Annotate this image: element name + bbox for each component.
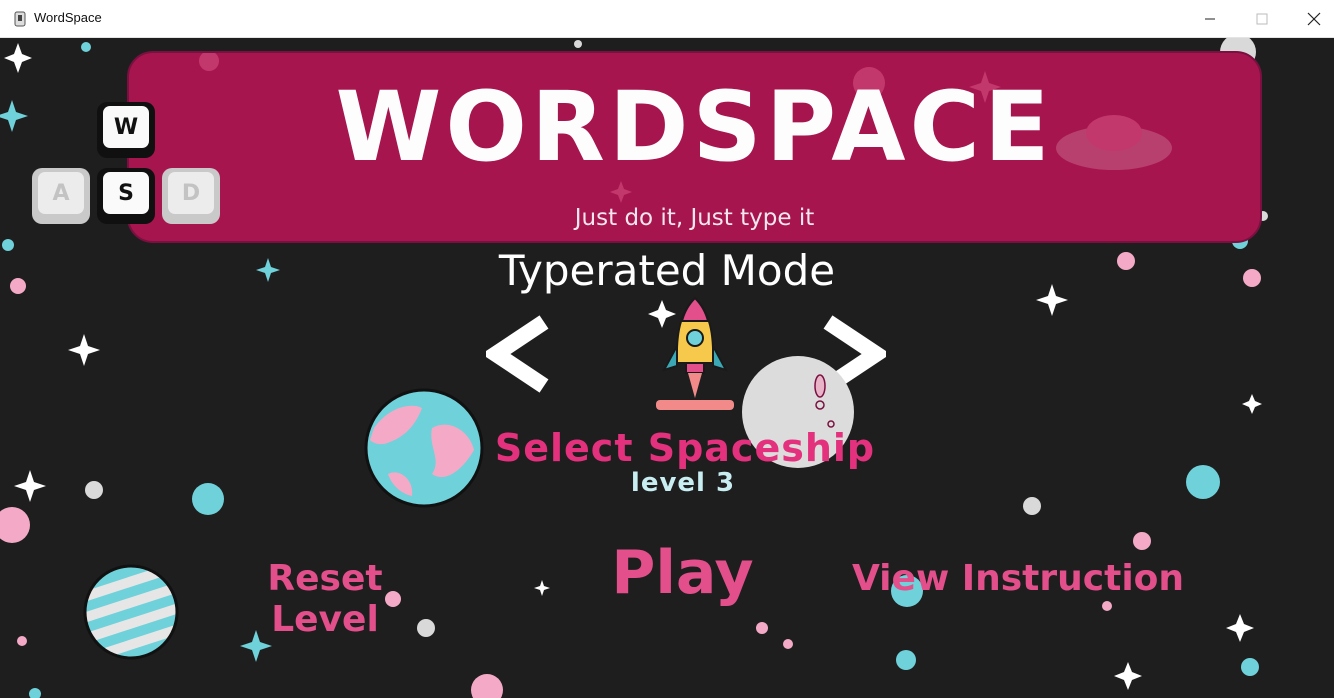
title-banner: WORDSPACE Just do it, Just type it xyxy=(127,51,1262,243)
key-a: A xyxy=(32,168,90,224)
window-title: WordSpace xyxy=(34,10,102,25)
view-instruction-button[interactable]: View Instruction xyxy=(850,558,1186,599)
close-icon xyxy=(1307,12,1321,26)
maximize-icon xyxy=(1256,13,1268,25)
close-button[interactable] xyxy=(1288,0,1334,38)
minimize-button[interactable] xyxy=(1184,0,1236,38)
play-button[interactable]: Play xyxy=(600,538,765,608)
prev-ship-button[interactable] xyxy=(481,308,556,398)
select-spaceship-label: Select Spaceship xyxy=(494,426,876,470)
chevron-left-icon xyxy=(481,315,549,393)
key-s: S xyxy=(97,168,155,224)
game-canvas: WORDSPACE Just do it, Just type it W A S… xyxy=(0,38,1334,698)
game-subtitle: Just do it, Just type it xyxy=(574,205,815,231)
app-window: WordSpace WORDSPACE Just do it, Just typ… xyxy=(0,0,1334,698)
key-w: W xyxy=(97,102,155,158)
app-logo-icon xyxy=(12,10,28,28)
maximize-button[interactable] xyxy=(1236,0,1288,38)
minimize-icon xyxy=(1205,18,1215,20)
spaceship-icon xyxy=(656,296,734,410)
game-title: WORDSPACE xyxy=(335,71,1054,183)
key-d: D xyxy=(162,168,220,224)
title-bar: WordSpace xyxy=(0,0,1334,38)
level-label: level 3 xyxy=(630,468,736,498)
striped-planet-icon xyxy=(83,564,179,660)
reset-level-button[interactable]: Reset Level xyxy=(210,558,440,640)
